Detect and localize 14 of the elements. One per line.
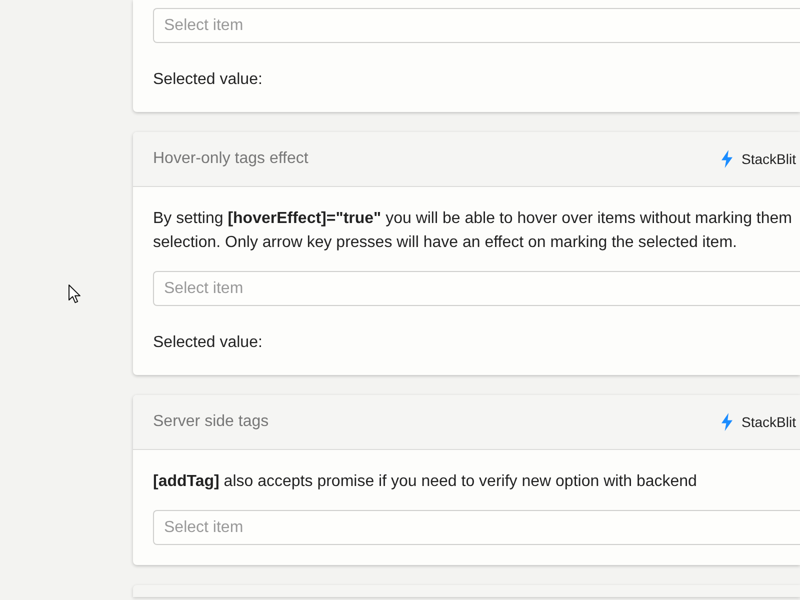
lightning-icon <box>720 413 733 431</box>
stackblitz-link[interactable]: StackBlit <box>720 412 796 432</box>
card-title: Hover-only tags effect <box>153 149 308 169</box>
select-field[interactable]: Select item <box>153 8 800 43</box>
selected-value-label: Selected value: <box>153 333 262 353</box>
description-text: [addTag] also accepts promise if you need to verify new option with backend <box>153 472 697 492</box>
mouse-pointer-icon <box>68 284 81 304</box>
select-field[interactable]: Select item <box>153 510 800 545</box>
stackblitz-link[interactable]: StackBlit <box>720 149 796 169</box>
select-field[interactable]: Select item <box>153 271 800 306</box>
card-title: Server side tags <box>153 412 269 432</box>
lightning-icon <box>720 150 733 168</box>
description-text: By setting [hoverEffect]="true" you will be able to hover over items without marking them selection. Only arrow key presses will have an effect on marking the selected item. <box>153 209 792 253</box>
selected-value-label: Selected value: <box>153 70 262 90</box>
